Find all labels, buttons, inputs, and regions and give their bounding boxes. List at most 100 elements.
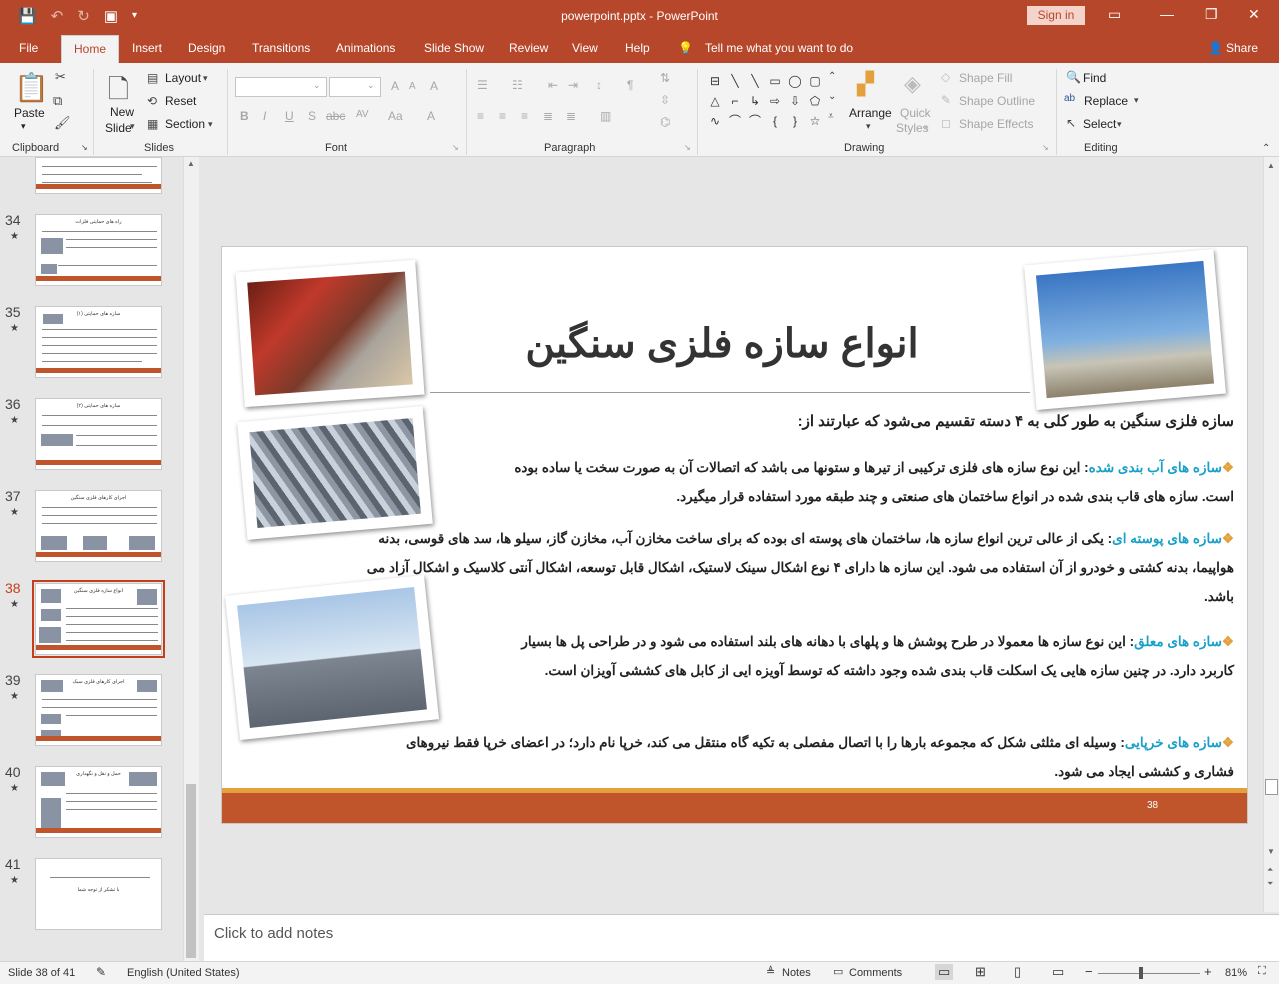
layout-dropdown-icon[interactable]: ▾ xyxy=(203,73,208,84)
decrease-indent-icon[interactable]: ⇤ xyxy=(548,78,558,92)
replace-dropdown-icon[interactable]: ▾ xyxy=(1134,95,1139,106)
slide-photo-building-frame[interactable] xyxy=(235,259,425,408)
italic-button[interactable]: I xyxy=(263,109,266,123)
tab-insert[interactable]: Insert xyxy=(132,41,162,55)
paste-dropdown-icon[interactable]: ▾ xyxy=(21,121,26,132)
zoom-out-icon[interactable]: − xyxy=(1085,964,1093,979)
find-button[interactable]: Find xyxy=(1083,71,1106,85)
rounded-rect-shape-icon[interactable]: ▢ xyxy=(805,71,825,91)
select-icon[interactable]: ↖ xyxy=(1066,116,1076,130)
share-button[interactable]: Share xyxy=(1226,41,1258,55)
justify-icon[interactable]: ≣ xyxy=(543,109,553,123)
char-spacing-button[interactable]: AV xyxy=(356,109,369,120)
scroll-down-icon[interactable]: ▼ xyxy=(1267,847,1275,856)
quick-styles-icon[interactable]: ◈ xyxy=(904,71,921,97)
strikethrough-button[interactable]: abc xyxy=(326,109,345,123)
editor-scroll-thumb[interactable] xyxy=(1265,779,1278,795)
copy-icon[interactable]: ⧉ xyxy=(53,93,62,109)
font-family-dropdown-icon[interactable]: ⌄ xyxy=(313,80,321,91)
replace-button[interactable]: Replace xyxy=(1084,94,1128,108)
thumbnail-slide-39[interactable]: اجرای کارهای فلزی سبک xyxy=(35,674,162,746)
bullets-icon[interactable]: ☰ xyxy=(477,78,488,92)
shape-effects-icon[interactable]: ◻ xyxy=(941,116,951,130)
rtl-icon[interactable]: ¶ xyxy=(627,78,633,92)
quick-styles-label-1[interactable]: Quick xyxy=(900,106,931,120)
thumbnail-slide-41[interactable]: با تشکر از توجه شما xyxy=(35,858,162,930)
gallery-down-icon[interactable]: ⌄ xyxy=(828,91,836,102)
new-slide-dropdown-icon[interactable]: ▾ xyxy=(130,121,135,132)
bullet-suspended-structures[interactable]: ❖سازه های معلق: این نوع سازه ها معمولا د… xyxy=(508,627,1234,685)
elbow-arrow-shape-icon[interactable]: ↳ xyxy=(745,91,765,111)
select-dropdown-icon[interactable]: ▾ xyxy=(1117,119,1122,130)
shapes-gallery[interactable]: ⊟ ╲ ╲ ▭ ◯ ▢ △ ⌐ ↳ ⇨ ⇩ ⬠ ∿ ⌒ ⌒ { } ☆ xyxy=(705,71,825,131)
editor-scrollbar[interactable]: ▲ ▼ ⏶ ⏷ xyxy=(1263,157,1279,912)
zoom-level[interactable]: 81% xyxy=(1225,967,1247,979)
right-brace-shape-icon[interactable]: } xyxy=(785,111,805,131)
thumbnail-slide-36[interactable]: سازه های حمایتی (۲) xyxy=(35,398,162,470)
line2-shape-icon[interactable]: ╲ xyxy=(745,71,765,91)
shape-outline-button[interactable]: Shape Outline xyxy=(959,94,1035,108)
text-direction-icon[interactable]: ⇅ xyxy=(660,71,670,85)
zoom-slider-track[interactable] xyxy=(1098,973,1200,974)
arc2-shape-icon[interactable]: ⌒ xyxy=(745,111,765,131)
thumbnail-slide-37[interactable]: اجرای کارهای فلزی سنگین xyxy=(35,490,162,562)
layout-icon[interactable]: ▤ xyxy=(147,71,158,85)
gallery-more-icon[interactable]: ⩡ xyxy=(828,111,834,122)
align-text-icon[interactable]: ⇳ xyxy=(660,93,670,107)
right-arrow-shape-icon[interactable]: ⇨ xyxy=(765,91,785,111)
sign-in-button[interactable]: Sign in xyxy=(1027,6,1085,25)
notes-button[interactable]: Notes xyxy=(782,967,811,979)
section-button[interactable]: Section xyxy=(165,117,205,131)
font-color-button[interactable]: A xyxy=(427,109,435,123)
slide-photo-hangar-frame[interactable] xyxy=(1024,248,1226,411)
tab-file[interactable]: File xyxy=(19,41,38,55)
notes-pane[interactable]: Click to add notes xyxy=(204,914,1279,961)
textbox-shape-icon[interactable]: ⊟ xyxy=(705,71,725,91)
bullet-framed-structures[interactable]: ❖سازه های آب بندی شده: این نوع سازه های … xyxy=(502,453,1234,511)
grow-font-icon[interactable]: A xyxy=(391,79,399,93)
slide-title[interactable]: انواع سازه فلزی سنگین xyxy=(502,321,942,367)
tab-design[interactable]: Design xyxy=(188,41,225,55)
align-right-icon[interactable]: ≡ xyxy=(521,109,528,123)
shadow-button[interactable]: S xyxy=(308,109,316,123)
new-slide-label-1[interactable]: New xyxy=(110,105,134,119)
quick-styles-dropdown-icon[interactable]: ▾ xyxy=(924,123,929,134)
replace-icon[interactable]: ab xyxy=(1064,93,1075,104)
thumbnail-slide-40[interactable]: حمل و نقل و نگهداری xyxy=(35,766,162,838)
notes-icon[interactable]: ≜ xyxy=(766,965,775,978)
thumbnail-slide-33[interactable] xyxy=(35,157,162,194)
distributed-icon[interactable]: ≣ xyxy=(566,109,576,123)
ribbon-display-icon[interactable]: ▭ xyxy=(1108,6,1121,23)
slide-intro[interactable]: سازه فلزی سنگین به طور کلی به ۴ دسته تقس… xyxy=(642,407,1234,436)
comments-button[interactable]: Comments xyxy=(849,967,902,979)
spell-check-icon[interactable]: ✎ xyxy=(96,965,106,979)
bullet-truss-structures[interactable]: ❖سازه های خرپایی: وسیله ای مثلثی شکل که … xyxy=(392,728,1234,786)
align-center-icon[interactable]: ≡ xyxy=(499,109,506,123)
line-spacing-icon[interactable]: ↕ xyxy=(596,78,602,92)
line-shape-icon[interactable]: ╲ xyxy=(725,71,745,91)
flowchart-shape-icon[interactable]: ⬠ xyxy=(805,91,825,111)
arrange-icon[interactable]: ▞ xyxy=(857,71,874,97)
arrange-button[interactable]: Arrange xyxy=(849,106,892,120)
bullet-shell-structures[interactable]: ❖سازه های پوسته ای: یکی از عالی ترین انو… xyxy=(362,524,1234,611)
section-icon[interactable]: ▦ xyxy=(147,117,158,131)
clipboard-launcher-icon[interactable]: ↘ xyxy=(81,143,88,152)
previous-slide-icon[interactable]: ⏶ xyxy=(1267,865,1273,875)
left-brace-shape-icon[interactable]: { xyxy=(765,111,785,131)
collapse-ribbon-icon[interactable]: ⌃ xyxy=(1262,143,1270,154)
star-shape-icon[interactable]: ☆ xyxy=(805,111,825,131)
underline-button[interactable]: U xyxy=(285,109,294,123)
down-arrow-shape-icon[interactable]: ⇩ xyxy=(785,91,805,111)
scroll-up-icon[interactable]: ▲ xyxy=(187,159,195,168)
comments-icon[interactable]: ▭ xyxy=(833,965,843,978)
section-dropdown-icon[interactable]: ▾ xyxy=(208,119,213,130)
triangle-shape-icon[interactable]: △ xyxy=(705,91,725,111)
clear-format-icon[interactable]: A xyxy=(430,79,438,93)
shape-fill-button[interactable]: Shape Fill xyxy=(959,71,1012,85)
shape-outline-icon[interactable]: ✎ xyxy=(941,93,951,107)
current-slide[interactable]: انواع سازه فلزی سنگین سازه فلزی سنگین به… xyxy=(221,246,1248,824)
gallery-up-icon[interactable]: ⌃ xyxy=(828,71,836,82)
oval-shape-icon[interactable]: ◯ xyxy=(785,71,805,91)
paste-icon[interactable]: 📋 xyxy=(14,71,49,104)
slide-sorter-icon[interactable]: ⊞ xyxy=(975,964,986,980)
